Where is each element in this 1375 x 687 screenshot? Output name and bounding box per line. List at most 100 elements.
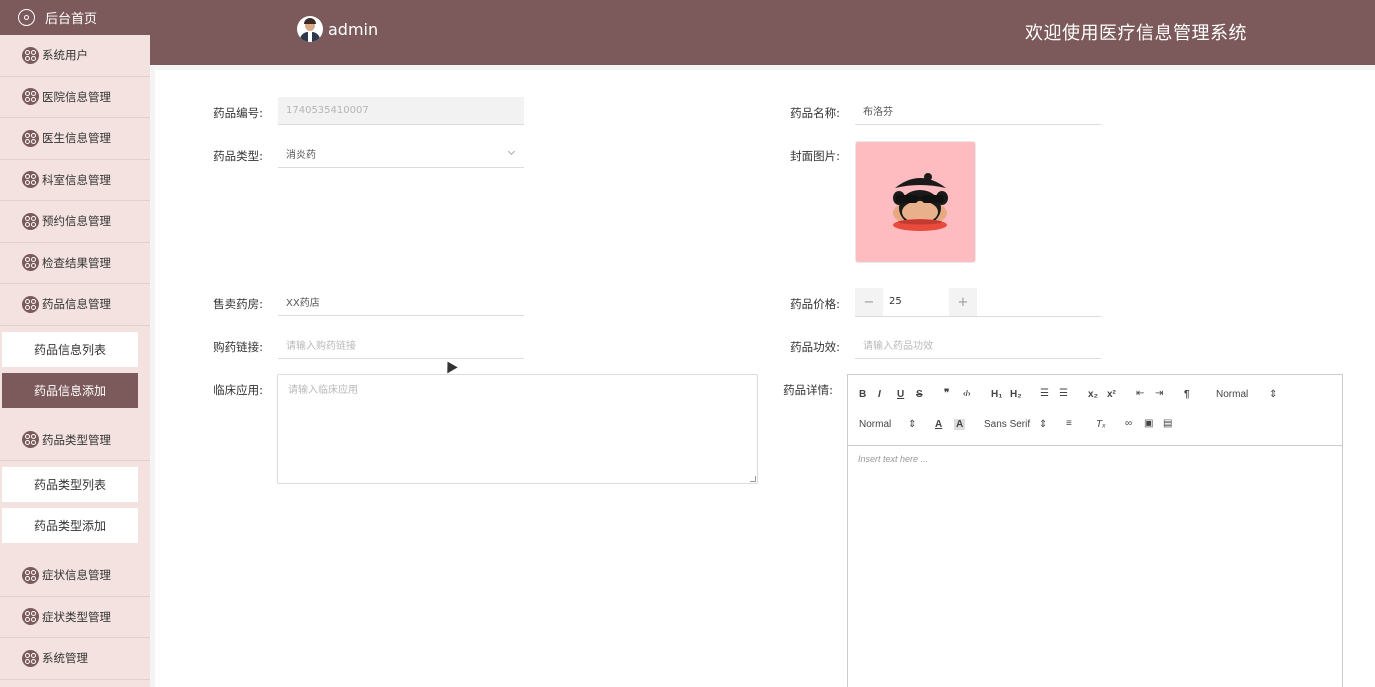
sidebar-item-label: 系统管理 xyxy=(42,651,88,666)
price-stepper: − 25 + xyxy=(855,288,1101,317)
submenu-drug-list[interactable]: 药品信息列表 xyxy=(2,331,138,367)
editor-toolbar: B I U S ❞ ‹/› H₁ H₂ ☰ ☰ x₂ x² ⇤ ⇥ ¶ Norm… xyxy=(848,375,1342,446)
rich-text-editor: B I U S ❞ ‹/› H₁ H₂ ☰ ☰ x₂ x² ⇤ ⇥ ¶ Norm… xyxy=(847,374,1343,687)
drug-name-field[interactable]: 布洛芬 xyxy=(855,97,1101,125)
menu-icon xyxy=(22,649,39,667)
mouse-cursor-icon xyxy=(442,358,458,374)
username: admin xyxy=(328,19,379,39)
bullet-list-icon[interactable]: ☰ xyxy=(1059,388,1068,399)
sidebar-item-drug-type[interactable]: 药品类型管理 xyxy=(0,420,150,461)
clinical-label: 临床应用: xyxy=(213,383,263,397)
menu-icon xyxy=(22,254,39,272)
effect-label: 药品功效: xyxy=(790,340,840,354)
sidebar-item-label: 检查结果管理 xyxy=(42,255,111,270)
price-increase-button[interactable]: + xyxy=(949,288,977,316)
editor-placeholder: Insert text here ... xyxy=(858,454,929,464)
drug-add-form: 药品编号: 1740535410007 药品名称: 布洛芬 药品类型: 消炎药 … xyxy=(155,70,1375,687)
sidebar-item-label: 医生信息管理 xyxy=(42,131,111,146)
pharmacy-field[interactable]: XX药店 xyxy=(278,288,524,316)
price-decrease-button[interactable]: − xyxy=(855,288,883,316)
drug-type-submenu: 药品类型列表 药品类型添加 xyxy=(0,461,150,555)
align-icon[interactable]: ≡ xyxy=(1066,418,1072,429)
menu-icon xyxy=(22,295,39,313)
editor-body[interactable]: Insert text here ... xyxy=(848,446,1342,472)
link-label: 购药链接: xyxy=(213,340,263,354)
bold-icon[interactable]: B xyxy=(859,389,866,400)
menu-icon xyxy=(22,46,39,64)
header-select[interactable]: Normal ⇕ xyxy=(1216,389,1277,400)
font-select[interactable]: Sans Serif ⇕ xyxy=(984,419,1047,430)
pharmacy-value: XX药店 xyxy=(286,298,320,309)
h2-icon[interactable]: H₂ xyxy=(1010,389,1022,400)
code-icon[interactable]: ‹/› xyxy=(963,389,971,398)
drug-submenu: 药品信息列表 药品信息添加 xyxy=(0,326,150,420)
price-value[interactable]: 25 xyxy=(889,296,902,307)
strike-icon[interactable]: S xyxy=(916,389,923,400)
sidebar-item-label: 药品类型管理 xyxy=(42,432,111,447)
home-icon xyxy=(18,9,35,26)
sidebar-item-more[interactable] xyxy=(0,680,150,687)
user-info[interactable]: admin xyxy=(297,16,378,42)
drug-type-label: 药品类型: xyxy=(213,149,263,163)
monkey-face-image xyxy=(893,173,948,231)
clinical-placeholder: 请输入临床应用 xyxy=(288,385,358,396)
effect-input[interactable]: 请输入药品功效 xyxy=(855,331,1101,359)
indent-icon[interactable]: ⇥ xyxy=(1155,388,1163,399)
submenu-drug-type-list[interactable]: 药品类型列表 xyxy=(2,467,138,502)
font-color-icon[interactable]: A xyxy=(935,419,942,430)
submenu-drug-add[interactable]: 药品信息添加 xyxy=(2,372,138,408)
sidebar-home[interactable]: 后台首页 xyxy=(0,0,150,35)
clinical-textarea[interactable]: 请输入临床应用 xyxy=(277,374,758,484)
cover-image-upload[interactable] xyxy=(855,141,976,263)
clear-format-icon[interactable]: Tₓ xyxy=(1096,419,1106,430)
text-direction-icon[interactable]: ¶ xyxy=(1184,389,1190,400)
sidebar-item-exam-results[interactable]: 检查结果管理 xyxy=(0,243,150,284)
link-icon[interactable]: ∞ xyxy=(1125,418,1132,429)
sidebar-item-system[interactable]: 系统管理 xyxy=(0,638,150,680)
italic-icon[interactable]: I xyxy=(878,389,881,400)
menu-icon xyxy=(22,608,39,626)
background-color-icon[interactable]: A xyxy=(954,419,966,430)
submenu-drug-type-add[interactable]: 药品类型添加 xyxy=(2,508,138,543)
sidebar-item-label: 系统用户 xyxy=(42,48,88,63)
blockquote-icon[interactable]: ❞ xyxy=(944,388,949,399)
pharmacy-label: 售卖药房: xyxy=(213,297,263,311)
subscript-icon[interactable]: x₂ xyxy=(1088,389,1098,400)
sidebar-item-system-users[interactable]: 系统用户 xyxy=(0,35,150,77)
drug-name-value: 布洛芬 xyxy=(863,107,893,118)
video-icon[interactable]: ▤ xyxy=(1163,418,1172,429)
size-select-value: Normal xyxy=(859,419,892,430)
header-select-value: Normal xyxy=(1216,389,1249,400)
sidebar-item-doctor[interactable]: 医生信息管理 xyxy=(0,118,150,160)
menu-icon xyxy=(22,566,39,584)
sidebar-item-drug[interactable]: 药品信息管理 xyxy=(0,284,150,326)
cover-label: 封面图片: xyxy=(790,149,840,163)
image-icon[interactable]: ▣ xyxy=(1144,418,1153,429)
size-select[interactable]: Normal ⇕ xyxy=(859,419,916,430)
outdent-icon[interactable]: ⇤ xyxy=(1136,388,1144,399)
chevron-down-icon xyxy=(507,147,516,156)
drug-no-field: 1740535410007 xyxy=(278,97,524,125)
sidebar: 后台首页 系统用户 医院信息管理 医生信息管理 科室信息管理 预约信息管理 检查… xyxy=(0,0,150,687)
ordered-list-icon[interactable]: ☰ xyxy=(1040,388,1049,399)
sidebar-item-hospital[interactable]: 医院信息管理 xyxy=(0,77,150,118)
effect-placeholder: 请输入药品功效 xyxy=(863,341,933,352)
detail-label: 药品详情: xyxy=(783,383,833,397)
menu-icon xyxy=(22,88,39,106)
link-input[interactable]: 请输入购药链接 xyxy=(278,331,524,359)
sidebar-item-label: 药品信息管理 xyxy=(42,297,111,312)
h1-icon[interactable]: H₁ xyxy=(991,389,1002,400)
sidebar-item-label: 症状信息管理 xyxy=(42,568,111,583)
drug-type-select[interactable]: 消炎药 xyxy=(278,140,524,168)
drug-no-label: 药品编号: xyxy=(213,106,263,120)
resize-handle-icon[interactable] xyxy=(750,476,756,482)
sidebar-item-appointment[interactable]: 预约信息管理 xyxy=(0,201,150,243)
sidebar-item-symptom-type[interactable]: 症状类型管理 xyxy=(0,597,150,638)
underline-icon[interactable]: U xyxy=(897,389,904,400)
sidebar-item-symptom[interactable]: 症状信息管理 xyxy=(0,555,150,597)
drug-type-value: 消炎药 xyxy=(286,150,316,161)
menu-icon xyxy=(22,431,39,449)
system-title: 欢迎使用医疗信息管理系统 xyxy=(1025,23,1247,44)
superscript-icon[interactable]: x² xyxy=(1107,389,1116,400)
sidebar-item-department[interactable]: 科室信息管理 xyxy=(0,160,150,201)
